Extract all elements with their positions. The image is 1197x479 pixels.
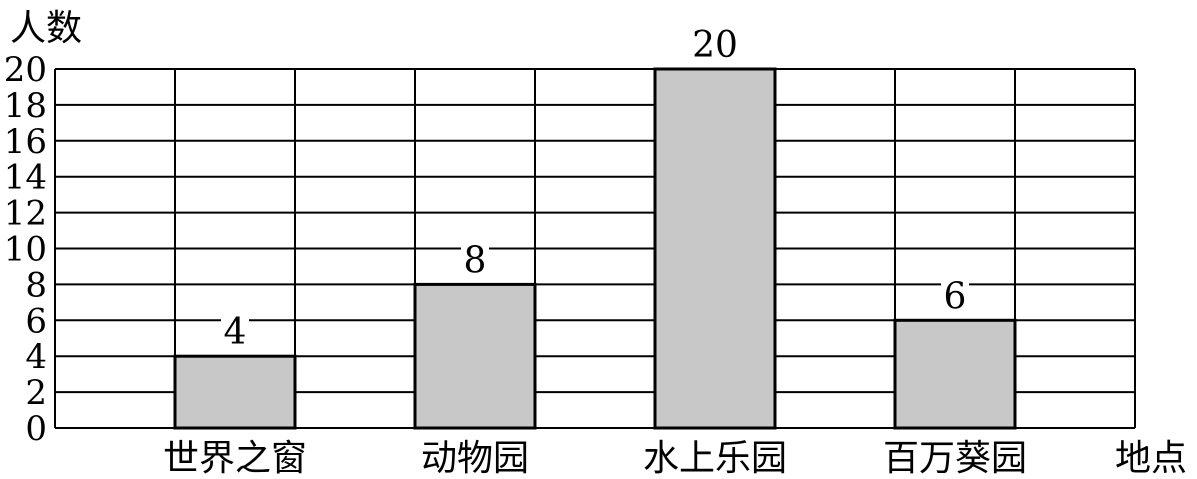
y-axis-title: 人数 [10, 8, 82, 49]
y-tick-label: 2 [25, 373, 47, 413]
y-tick-label: 12 [4, 194, 47, 234]
bar [173, 354, 297, 430]
bar [653, 67, 777, 430]
category-label: 百万葵园 [883, 438, 1027, 479]
category-label: 水上乐园 [643, 438, 787, 479]
category-label: 动物园 [421, 438, 529, 479]
category-labels: 世界之窗 动物园 水上乐园 百万葵园 [163, 438, 1027, 479]
y-tick-label: 8 [25, 265, 47, 305]
data-labels: 4 8 20 6 [221, 25, 969, 353]
y-tick-label: 20 [4, 50, 47, 90]
bar [413, 282, 537, 430]
y-tick-labels: 02468101214161820 [4, 50, 47, 449]
y-tick-label: 16 [4, 122, 47, 162]
data-label: 4 [224, 312, 247, 353]
y-tick-label: 0 [25, 409, 47, 449]
y-tick-label: 4 [25, 337, 47, 377]
category-label: 世界之窗 [163, 438, 307, 479]
y-tick-label: 10 [4, 230, 47, 270]
x-axis-title: 地点 [1115, 438, 1187, 479]
data-label: 6 [944, 276, 967, 317]
y-tick-label: 18 [4, 86, 47, 126]
y-tick-label: 6 [25, 301, 47, 341]
data-label: 20 [692, 25, 738, 66]
bar-chart: 02468101214161820 世界之窗 动物园 水上乐园 百万葵园 48206 … [4, 8, 1187, 479]
y-tick-label: 14 [4, 158, 47, 198]
data-label: 8 [464, 240, 487, 281]
bar [893, 318, 1017, 430]
